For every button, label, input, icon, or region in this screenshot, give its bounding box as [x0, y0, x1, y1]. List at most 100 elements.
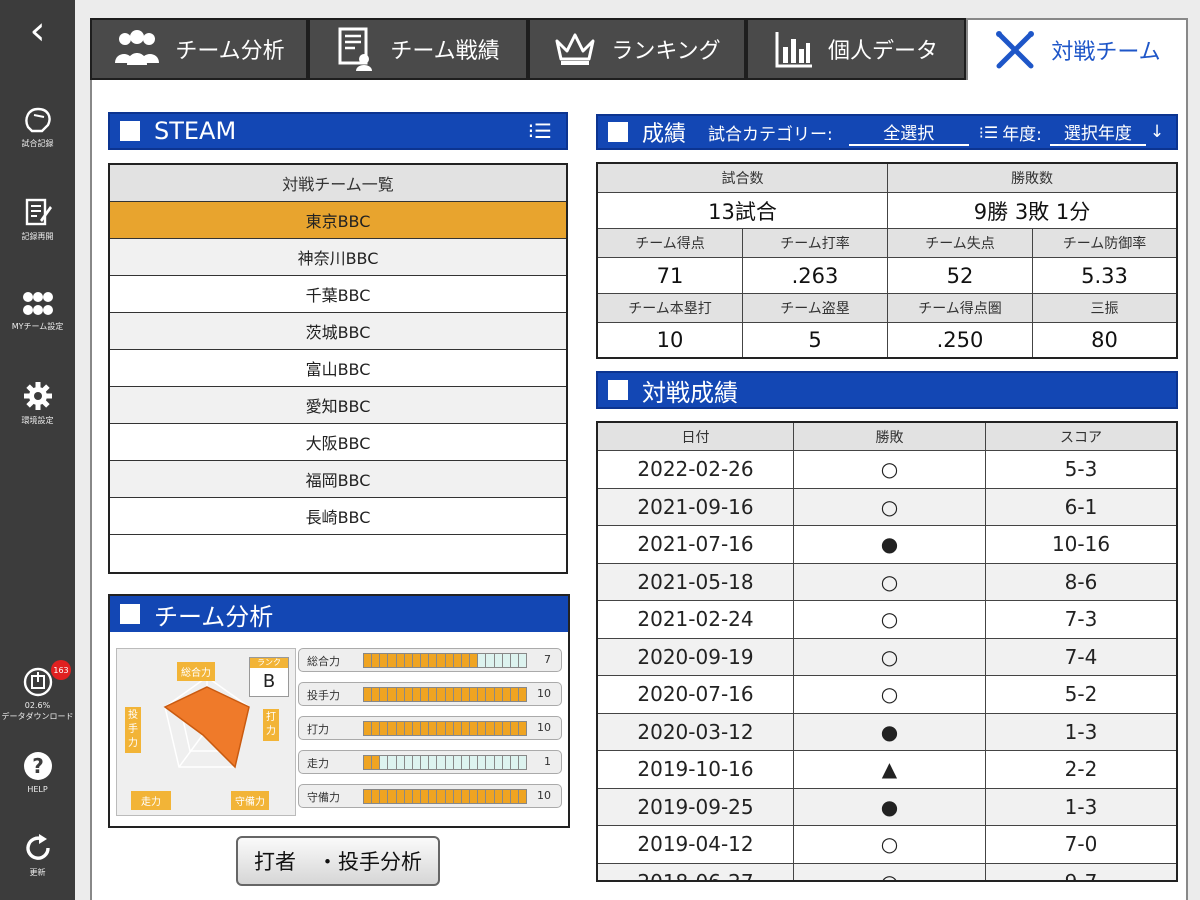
table-row[interactable]: 2018-06-27 ○ 9-7	[598, 863, 1176, 880]
rail-label: 環境設定	[21, 416, 54, 425]
ability-gauge	[363, 721, 527, 736]
tab-opponent-team[interactable]: 対戦チーム	[966, 18, 1188, 80]
match-result: ○	[794, 563, 986, 600]
table-row[interactable]: 2021-02-24 ○ 7-3	[598, 601, 1176, 639]
gauge-segment	[364, 654, 372, 667]
team-list-item[interactable]: 福岡BBC	[110, 461, 566, 498]
rail-item-help[interactable]: ? HELP	[0, 750, 75, 794]
match-date: 2021-09-16	[598, 488, 794, 525]
tab-label: チーム戦績	[390, 39, 500, 64]
gauge-segment	[372, 790, 380, 803]
team-analysis-icon	[115, 30, 160, 65]
rail-item-my-team[interactable]: MYチーム設定	[0, 290, 75, 332]
table-row[interactable]: 2022-02-26 ○ 5-3	[598, 451, 1176, 489]
match-date: 2021-05-18	[598, 563, 794, 600]
table-row[interactable]: 2019-09-25 ● 1-3	[598, 788, 1176, 826]
gauge-segment	[388, 722, 396, 735]
team-list-item[interactable]: 富山BBC	[110, 350, 566, 387]
match-date: 2022-02-26	[598, 451, 794, 488]
team-list-item[interactable]: 神奈川BBC	[110, 239, 566, 276]
sort-list-icon[interactable]: ⁝☰	[528, 119, 552, 143]
table-row[interactable]: 2020-09-19 ○ 7-4	[598, 638, 1176, 676]
gauge-segment	[502, 722, 510, 735]
team-panel-header: STEAM ⁝☰	[108, 112, 568, 150]
table-row[interactable]: 2019-10-16 ▲ 2-2	[598, 751, 1176, 789]
sort-down-icon[interactable]: ↓	[1150, 122, 1164, 142]
match-results-table[interactable]: 日付 勝敗 スコア 2022-02-26 ○ 5-3 2021-09-16 ○ 6-1 20…	[596, 421, 1178, 882]
gauge-segment	[437, 654, 445, 667]
chevron-left-icon: ‹	[29, 8, 46, 54]
gauge-segment	[470, 756, 478, 769]
gauge-segment	[518, 688, 527, 701]
match-date: 2018-06-27	[598, 863, 794, 880]
gauge-segment	[412, 688, 421, 701]
gauge-segment	[510, 790, 518, 803]
table-row[interactable]: 2020-03-12 ● 1-3	[598, 713, 1176, 751]
stat-value: 5.33	[1033, 258, 1176, 294]
tab-team-analysis[interactable]: チーム分析	[90, 18, 308, 80]
rail-item-refresh[interactable]: 更新	[0, 832, 75, 878]
gauge-segment	[388, 654, 396, 667]
ability-label: 走力	[307, 757, 329, 770]
year-select[interactable]: 選択年度	[1049, 119, 1146, 146]
refresh-icon	[25, 834, 50, 860]
match-result: ○	[794, 863, 986, 880]
tab-team-record[interactable]: チーム戦績	[308, 18, 528, 80]
category-select[interactable]: 全選択	[848, 119, 969, 146]
team-list-item[interactable]: 大阪BBC	[110, 424, 566, 461]
team-list-item[interactable]: 千葉BBC	[110, 276, 566, 313]
download-count-badge: 163	[51, 660, 71, 680]
rail-label: MYチーム設定	[11, 322, 64, 331]
team-list-item[interactable]: 長崎BBC	[110, 498, 566, 535]
tab-label: 対戦チーム	[1051, 40, 1161, 65]
gauge-segment	[445, 688, 453, 701]
analysis-header: チーム分析	[110, 596, 568, 632]
tab-personal-data[interactable]: 個人データ	[746, 18, 966, 80]
ability-bar: 投手力 10	[298, 682, 562, 706]
table-row[interactable]: 2020-07-16 ○ 5-2	[598, 676, 1176, 714]
stat-label: チーム本塁打	[598, 294, 743, 323]
gauge-segment	[494, 790, 502, 803]
gauge-segment	[502, 756, 510, 769]
ability-value: 7	[544, 653, 551, 666]
table-row[interactable]: 2021-07-16 ● 10-16	[598, 526, 1176, 564]
crossed-bats-icon	[996, 31, 1035, 69]
square-icon	[608, 380, 628, 400]
team-list-header: 対戦チーム一覧	[110, 165, 566, 202]
batter-pitcher-analysis-button[interactable]: 打者 ・投手分析	[236, 836, 440, 886]
ability-label: 打力	[307, 723, 329, 736]
back-button[interactable]: ‹	[0, 0, 75, 62]
gauge-segment	[453, 722, 461, 735]
gauge-segment	[470, 688, 478, 701]
stat-value: 10	[598, 323, 743, 357]
team-list-item[interactable]: 茨城BBC	[110, 313, 566, 350]
rail-item-data-download[interactable]: 163 02.6% データダウンロード	[0, 660, 75, 722]
rail-item-game-record[interactable]: 試合記録	[0, 105, 75, 149]
rail-label: HELP	[27, 785, 48, 794]
gauge-segment	[404, 790, 412, 803]
table-row[interactable]: 2019-04-12 ○ 7-0	[598, 826, 1176, 864]
square-icon	[120, 604, 140, 624]
table-row[interactable]: 2021-05-18 ○ 8-6	[598, 563, 1176, 601]
gauge-segment	[461, 654, 470, 667]
gauge-segment	[412, 790, 421, 803]
gauge-segment	[396, 688, 404, 701]
team-panel-title: STEAM	[154, 117, 237, 145]
stat-label: チーム防御率	[1033, 229, 1176, 258]
team-list-item[interactable]: 愛知BBC	[110, 387, 566, 424]
gauge-segment	[429, 756, 437, 769]
match-result: ○	[794, 638, 986, 675]
sort-list-icon[interactable]: ⁝☰	[979, 123, 998, 142]
matches-header: 対戦成績	[596, 371, 1178, 409]
rail-item-settings[interactable]: 環境設定	[0, 380, 75, 426]
gauge-segment	[445, 790, 453, 803]
rail-item-resume-record[interactable]: 記録再開	[0, 196, 75, 242]
table-row[interactable]: 2021-09-16 ○ 6-1	[598, 488, 1176, 526]
gauge-segment	[372, 688, 380, 701]
edit-note-icon	[25, 198, 52, 226]
tab-ranking[interactable]: ランキング	[528, 18, 746, 80]
match-table-header: 日付 勝敗 スコア	[598, 423, 1176, 451]
tab-label: ランキング	[611, 39, 721, 64]
gauge-segment	[470, 722, 478, 735]
team-list-item[interactable]: 東京BBC	[110, 202, 566, 239]
